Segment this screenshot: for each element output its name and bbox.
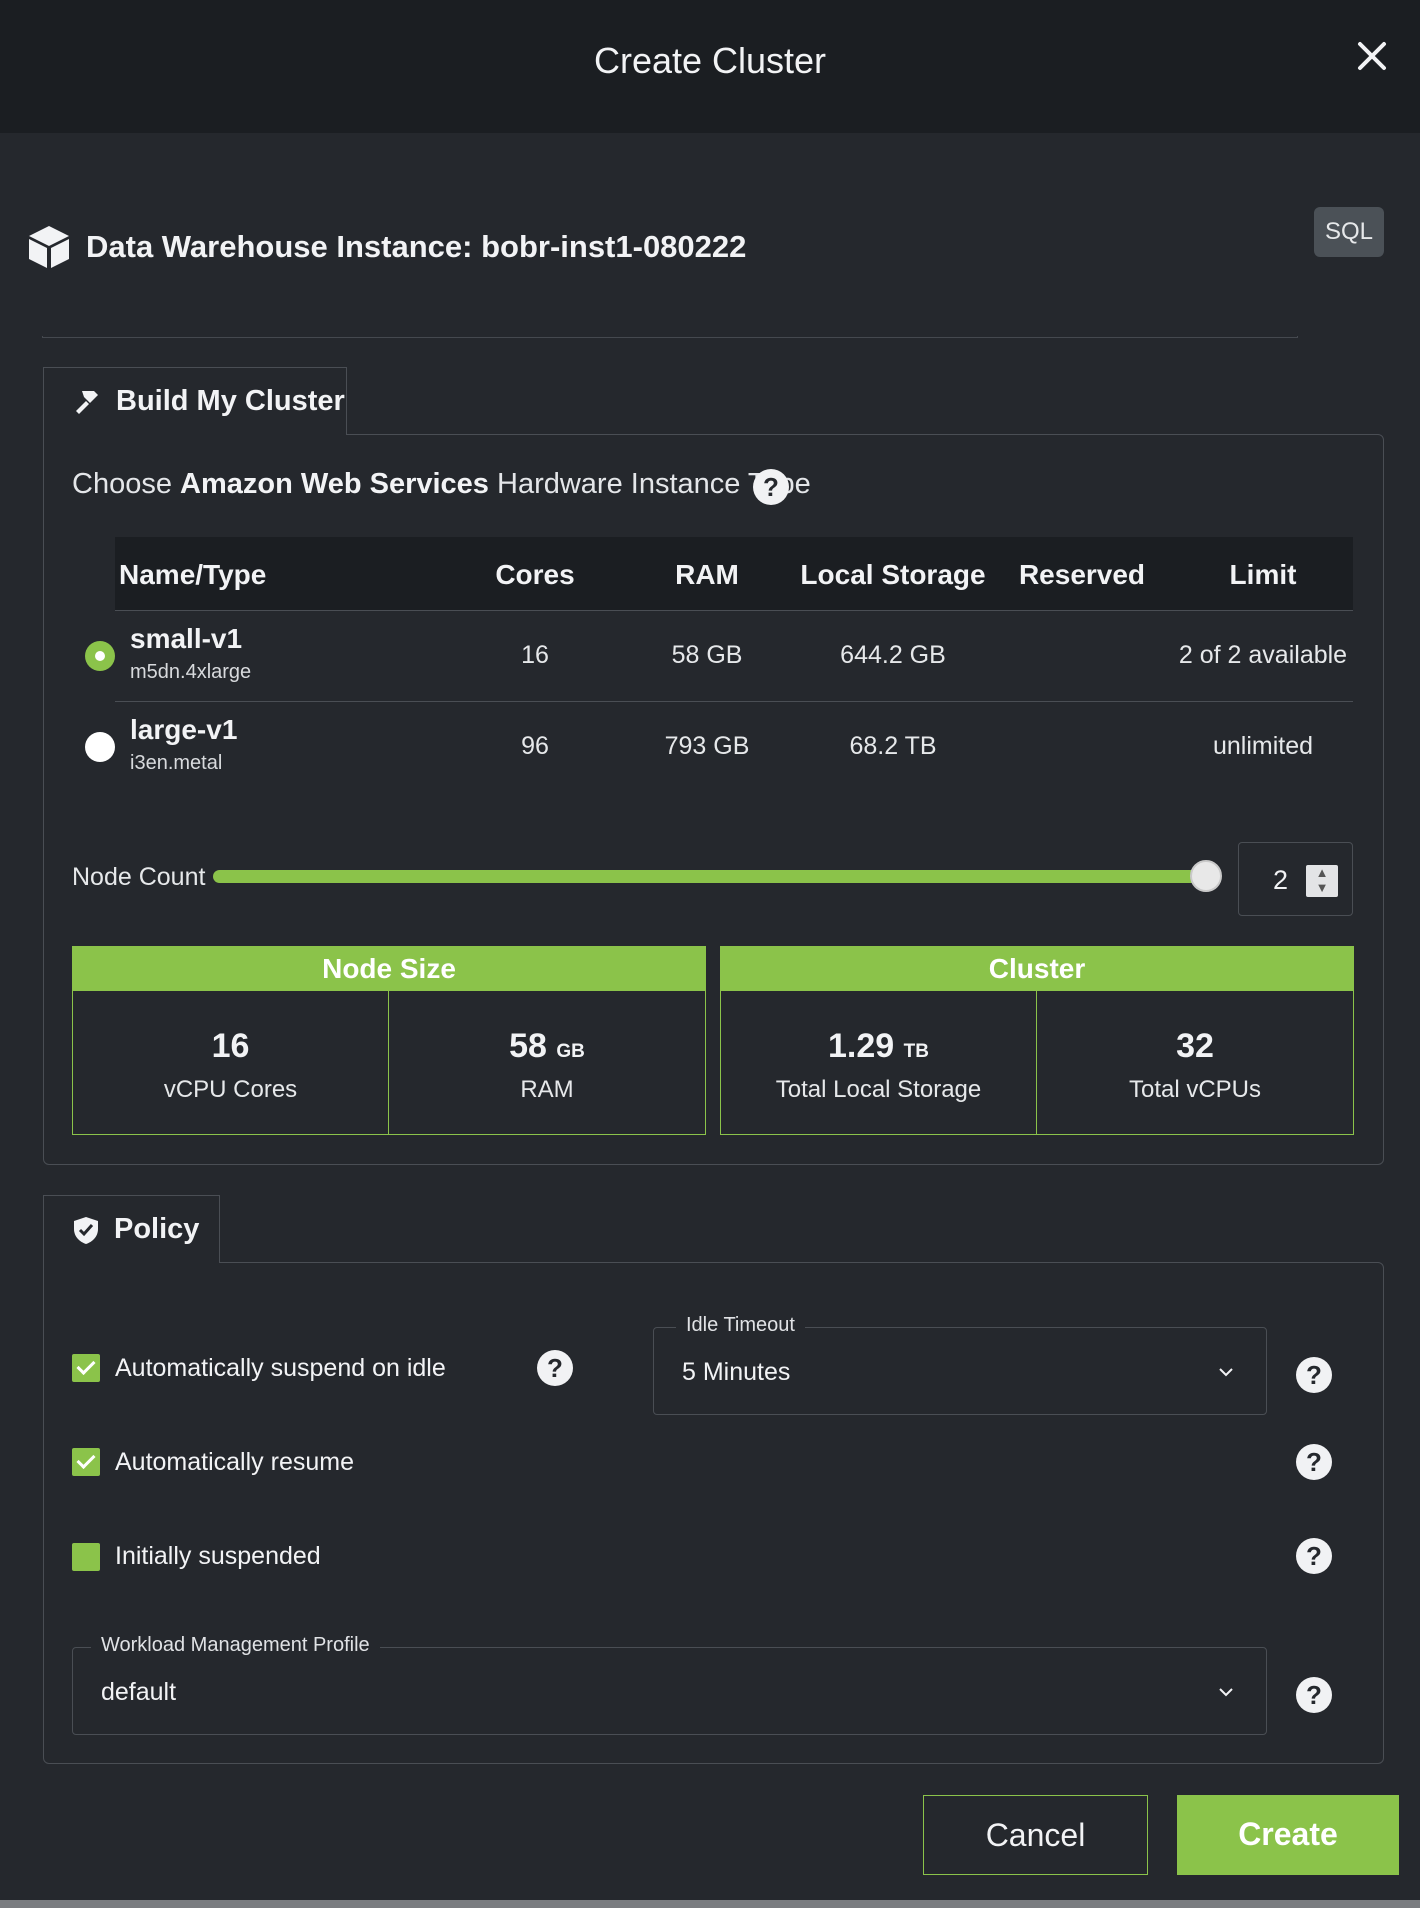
ram-value: 793 GB [664, 732, 750, 760]
help-icon[interactable]: ? [1296, 1444, 1332, 1480]
hardware-instance-label: Choose Amazon Web Services Hardware Inst… [72, 468, 811, 500]
column-header: Reserved [1018, 559, 1146, 590]
cluster-box: Cluster 1.29 TB Total Local Storage 32 T… [720, 946, 1354, 1135]
cube-icon [29, 226, 69, 268]
idle-timeout-value: 5 Minutes [682, 1358, 791, 1386]
vendor-name: Amazon Web Services [180, 468, 489, 500]
tab-policy[interactable]: Policy [43, 1195, 220, 1263]
help-icon[interactable]: ? [753, 469, 789, 505]
workload-profile-legend: Workload Management Profile [91, 1634, 380, 1657]
column-header: RAM [675, 559, 739, 590]
instance-name: small-v1 [130, 623, 243, 654]
auto-resume-checkbox[interactable] [72, 1448, 100, 1476]
node-cores-stat: 16 vCPU Cores [73, 991, 389, 1135]
auto-suspend-checkbox[interactable] [72, 1354, 100, 1382]
cores-value: 16 [521, 641, 549, 669]
tab-label: Build My Cluster [116, 385, 345, 417]
cores-value: 96 [521, 732, 549, 760]
cluster-storage-stat: 1.29 TB Total Local Storage [721, 991, 1037, 1135]
stat-value: 16 [211, 1027, 250, 1065]
tab-build-my-cluster[interactable]: Build My Cluster [43, 367, 347, 435]
ram-value: 58 GB [671, 641, 743, 669]
stat-value: 58 [509, 1027, 547, 1065]
initially-suspended-label: Initially suspended [115, 1542, 321, 1570]
initially-suspended-checkbox[interactable] [72, 1543, 100, 1571]
stepper-arrows-icon[interactable]: ▲ ▼ [1306, 865, 1338, 897]
chevron-down-icon [1219, 1688, 1233, 1697]
stat-label: Total Local Storage [775, 1076, 982, 1103]
dialog-title: Create Cluster [593, 40, 827, 81]
stat-unit: GB [556, 1041, 585, 1062]
workload-profile-select[interactable]: Workload Management Profile default [72, 1634, 1267, 1735]
slider-thumb[interactable] [1190, 860, 1222, 892]
instance-type: i3en.metal [130, 752, 223, 774]
node-count-stepper[interactable]: 2 ▲ ▼ [1238, 842, 1353, 916]
shield-check-icon [74, 1216, 98, 1244]
table-row[interactable]: large-v1 i3en.metal 96 793 GB 68.2 TB un… [85, 702, 1353, 793]
create-button[interactable]: Create [1177, 1795, 1399, 1875]
divider [42, 336, 1298, 338]
sql-badge: SQL [1314, 207, 1384, 257]
dialog-header: Create Cluster [0, 0, 1420, 133]
stat-label: Total vCPUs [1128, 1076, 1262, 1103]
cluster-vcpu-stat: 32 Total vCPUs [1037, 991, 1353, 1135]
node-ram-stat: 58 GB RAM [389, 991, 705, 1135]
radio-small-v1[interactable] [85, 641, 115, 671]
storage-value: 68.2 TB [849, 732, 937, 760]
hammer-icon [76, 390, 98, 414]
node-count-label: Node Count [72, 863, 206, 891]
auto-resume-label: Automatically resume [115, 1448, 354, 1476]
node-count-slider[interactable] [213, 870, 1203, 883]
cancel-button[interactable]: Cancel [923, 1795, 1148, 1875]
instance-type: m5dn.4xlarge [130, 661, 252, 683]
chevron-down-icon [1219, 1368, 1233, 1377]
node-size-header: Node Size [73, 947, 705, 991]
instance-title: Data Warehouse Instance: bobr-inst1-0802… [86, 229, 747, 264]
limit-value: unlimited [1212, 732, 1314, 760]
stat-value: 1.29 [828, 1027, 895, 1065]
help-icon[interactable]: ? [537, 1350, 573, 1386]
node-size-box: Node Size 16 vCPU Cores 58 GB RAM [72, 946, 706, 1135]
help-icon[interactable]: ? [1296, 1538, 1332, 1574]
column-header: Cores [495, 559, 575, 590]
help-icon[interactable]: ? [1296, 1357, 1332, 1393]
storage-value: 644.2 GB [840, 641, 946, 669]
workload-profile-value: default [101, 1678, 177, 1706]
instance-table-header: Name/Type Cores RAM Local Storage Reserv… [115, 537, 1353, 611]
radio-large-v1[interactable] [85, 732, 115, 762]
stat-value: 32 [1176, 1027, 1214, 1065]
column-header: Limit [1229, 559, 1297, 590]
cluster-header: Cluster [721, 947, 1353, 991]
bottom-strip [0, 1900, 1420, 1908]
instance-name: large-v1 [130, 714, 238, 745]
tab-label: Policy [114, 1213, 200, 1245]
idle-timeout-select[interactable]: Idle Timeout 5 Minutes [653, 1314, 1267, 1415]
stat-label: RAM [520, 1076, 574, 1103]
close-icon[interactable] [1352, 36, 1392, 76]
auto-suspend-label: Automatically suspend on idle [115, 1354, 446, 1382]
limit-value: 2 of 2 available [1178, 641, 1348, 669]
help-icon[interactable]: ? [1296, 1677, 1332, 1713]
column-header: Name/Type [119, 559, 267, 590]
idle-timeout-legend: Idle Timeout [676, 1314, 805, 1337]
column-header: Local Storage [800, 559, 986, 590]
stat-unit: TB [903, 1041, 929, 1062]
node-count-value: 2 [1273, 865, 1289, 895]
table-row[interactable]: small-v1 m5dn.4xlarge 16 58 GB 644.2 GB … [85, 611, 1353, 702]
stat-label: vCPU Cores [163, 1076, 298, 1103]
